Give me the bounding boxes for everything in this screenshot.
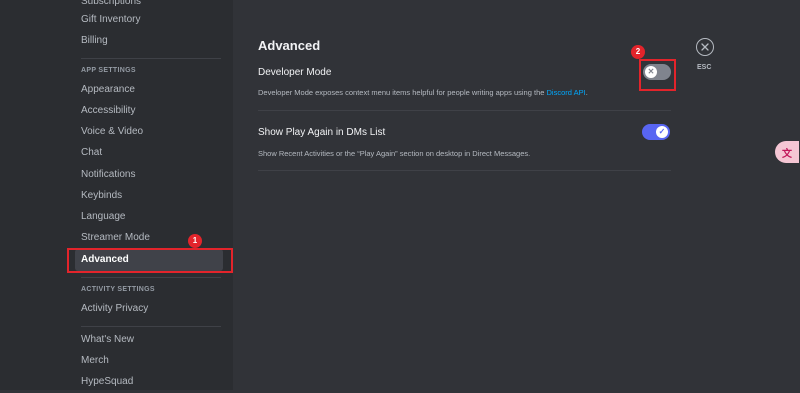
close-icon (701, 43, 709, 51)
sidebar-divider (81, 58, 221, 59)
sidebar-item-chat[interactable]: Chat (75, 142, 223, 164)
annotation-box-1 (67, 248, 233, 273)
close-button[interactable] (696, 38, 714, 56)
translate-icon: 文 (782, 148, 792, 160)
section-header-app-settings: APP SETTINGS (81, 67, 136, 74)
discord-api-link[interactable]: Discord API (547, 88, 586, 97)
page-title: Advanced (258, 38, 321, 53)
annotation-badge-1: 1 (188, 234, 202, 248)
show-play-again-toggle[interactable]: ✓ (642, 124, 670, 140)
annotation-badge-2: 2 (631, 45, 645, 59)
sidebar-item-appearance[interactable]: Appearance (75, 79, 223, 101)
sidebar-divider (81, 277, 221, 278)
sidebar-item-activity-privacy[interactable]: Activity Privacy (75, 298, 223, 320)
sidebar-item-billing[interactable]: Billing (75, 30, 223, 52)
setting-divider (258, 110, 671, 111)
esc-label: ESC (697, 64, 712, 71)
setting-label-show-play-again: Show Play Again in DMs List (258, 127, 386, 138)
sidebar-item-accessibility[interactable]: Accessibility (75, 100, 223, 122)
setting-divider (258, 170, 671, 171)
sidebar-item-whats-new[interactable]: What's New (75, 329, 223, 351)
setting-description-show-play-again: Show Recent Activities or the “Play Agai… (258, 149, 531, 158)
section-header-activity-settings: ACTIVITY SETTINGS (81, 286, 155, 293)
setting-description-developer-mode: Developer Mode exposes context menu item… (258, 88, 588, 97)
sidebar-item-notifications[interactable]: Notifications (75, 164, 223, 186)
sidebar-item-merch[interactable]: Merch (75, 350, 223, 372)
setting-label-developer-mode: Developer Mode (258, 67, 332, 78)
checkmark-icon: ✓ (656, 126, 668, 138)
floating-translate-button[interactable]: 文 (775, 141, 799, 163)
sidebar-item-voice-video[interactable]: Voice & Video (75, 121, 223, 143)
sidebar-item-language[interactable]: Language (75, 206, 223, 228)
annotation-box-2 (639, 59, 676, 91)
sidebar-item-gift-inventory[interactable]: Gift Inventory (75, 9, 223, 31)
sidebar-item-keybinds[interactable]: Keybinds (75, 185, 223, 207)
sidebar-divider (81, 326, 221, 327)
